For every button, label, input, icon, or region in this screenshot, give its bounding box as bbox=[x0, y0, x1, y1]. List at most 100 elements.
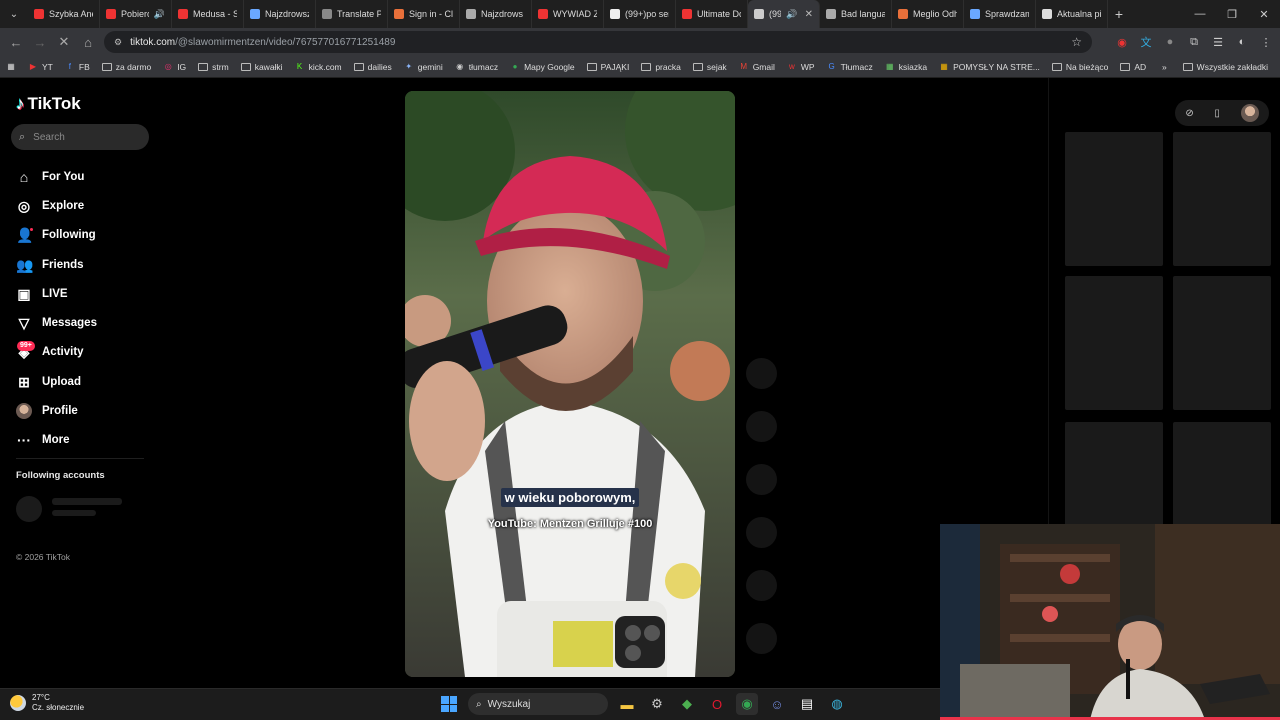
video-thumbnail-placeholder[interactable] bbox=[1065, 132, 1163, 266]
new-tab-button[interactable]: + bbox=[1108, 6, 1130, 22]
start-button[interactable] bbox=[438, 693, 460, 715]
bookmark-item[interactable]: ▦ POMYSŁY NA STRE... bbox=[933, 62, 1046, 72]
weather-widget[interactable]: 27°C Cz. słonecznie bbox=[10, 693, 84, 713]
close-window-icon[interactable]: ✕ bbox=[1248, 8, 1280, 21]
browser-tab[interactable]: Sign in - Clc bbox=[388, 0, 460, 28]
bookmark-item[interactable]: ◉ tłumacz bbox=[449, 62, 504, 72]
browser-tab[interactable]: Ultimate Dc bbox=[676, 0, 748, 28]
bookmark-item[interactable]: sejak bbox=[687, 62, 733, 72]
translate-extension-icon[interactable]: 文 bbox=[1138, 34, 1154, 50]
shield-app-icon[interactable]: ◆ bbox=[676, 693, 698, 715]
action-placeholder[interactable] bbox=[746, 358, 777, 389]
browser-tab[interactable]: (99- 🔊 ✕ bbox=[748, 0, 820, 28]
sidebar-item-activity[interactable]: ◈ 99+ Activity bbox=[16, 338, 156, 367]
browser-tab[interactable]: Translate Po bbox=[316, 0, 388, 28]
home-icon[interactable]: ⌂ bbox=[76, 35, 100, 50]
browser-tab[interactable]: Sprawdzam bbox=[964, 0, 1036, 28]
avatar[interactable] bbox=[1240, 104, 1259, 122]
bookmark-item[interactable]: ▶ YT bbox=[22, 62, 59, 72]
profile-shield-icon[interactable]: ◐ bbox=[1234, 36, 1250, 48]
address-bar[interactable]: ⚙ tiktok.com/@slawomirmentzen/video/7675… bbox=[104, 31, 1092, 53]
sidebar-item-more[interactable]: ··· More bbox=[16, 426, 156, 455]
bookmark-item[interactable]: strm bbox=[192, 62, 235, 72]
browser-tab[interactable]: Meglio Odh bbox=[892, 0, 964, 28]
sidebar-item-profile[interactable]: Profile bbox=[16, 396, 156, 425]
browser-tab[interactable]: Aktualna pi bbox=[1036, 0, 1108, 28]
globe-app-icon[interactable]: ◍ bbox=[826, 693, 848, 715]
browser-tab[interactable]: Pobiero 🔊 bbox=[100, 0, 172, 28]
action-placeholder[interactable] bbox=[746, 623, 777, 654]
bookmark-star-icon[interactable]: ☆ bbox=[1071, 35, 1082, 49]
settings-app-icon[interactable]: ⚙ bbox=[646, 693, 668, 715]
extension-icon[interactable]: ● bbox=[1162, 36, 1178, 48]
bookmark-item[interactable]: ✦ gemini bbox=[398, 62, 449, 72]
coin-icon[interactable]: ⊘ bbox=[1185, 108, 1193, 119]
search-input[interactable]: ⌕ Search bbox=[11, 124, 149, 150]
opera-icon[interactable]: O bbox=[706, 693, 728, 715]
copyright-text: © 2026 TikTok bbox=[16, 552, 70, 562]
file-explorer-icon[interactable]: ▬ bbox=[616, 693, 638, 715]
sidebar-item-friends[interactable]: 👥 Friends bbox=[16, 250, 156, 279]
browser-tab[interactable]: Medusa - S bbox=[172, 0, 244, 28]
bookmark-item[interactable]: M Gmail bbox=[733, 62, 781, 72]
notes-app-icon[interactable]: ▤ bbox=[796, 693, 818, 715]
action-placeholder[interactable] bbox=[746, 411, 777, 442]
tiktok-logo[interactable]: ♪ TikTok bbox=[16, 94, 81, 114]
bookmark-item[interactable]: Na bieżąco bbox=[1046, 62, 1115, 72]
action-placeholder[interactable] bbox=[746, 570, 777, 601]
action-placeholder[interactable] bbox=[746, 517, 777, 548]
minimize-icon[interactable]: — bbox=[1184, 8, 1216, 20]
chrome-icon[interactable]: ◉ bbox=[736, 693, 758, 715]
sidebar-item-following[interactable]: 👤 Following bbox=[16, 221, 156, 250]
bookmark-item[interactable]: G Tłumacz bbox=[821, 62, 879, 72]
video-player[interactable]: w wieku poborowym, YouTube: Mentzen Gril… bbox=[405, 91, 735, 677]
audio-playing-icon[interactable]: 🔊 bbox=[786, 9, 797, 20]
bookmark-item[interactable]: kawałki bbox=[235, 62, 289, 72]
sidebar-item-for-you[interactable]: ⌂ For You bbox=[16, 162, 156, 191]
audio-playing-icon[interactable]: 🔊 bbox=[154, 9, 165, 20]
video-thumbnail-placeholder[interactable] bbox=[1065, 276, 1163, 410]
video-thumbnail-placeholder[interactable] bbox=[1173, 132, 1271, 266]
restore-icon[interactable]: ❐ bbox=[1216, 8, 1248, 21]
bookmark-item[interactable]: w WP bbox=[781, 62, 821, 72]
close-tab-icon[interactable]: ✕ bbox=[805, 9, 813, 20]
browser-tab[interactable]: Bad langua bbox=[820, 0, 892, 28]
taskbar-search[interactable]: ⌕ Wyszukaj bbox=[468, 693, 608, 715]
browser-tab[interactable]: (99+)po ser bbox=[604, 0, 676, 28]
bookmark-item[interactable]: AD bbox=[1114, 62, 1152, 72]
record-extension-icon[interactable]: ◉ bbox=[1114, 36, 1130, 49]
bookmark-item[interactable]: Kkick.com bbox=[289, 62, 348, 72]
browser-tab[interactable]: Najzdrows bbox=[460, 0, 532, 28]
bookmark-item[interactable]: ◎ IG bbox=[157, 62, 192, 72]
bookmark-item[interactable]: ▦ ksiazka bbox=[879, 62, 933, 72]
reload-stop-icon[interactable]: ✕ bbox=[52, 34, 76, 50]
bookmark-item[interactable]: za darmo bbox=[96, 62, 157, 72]
forward-icon[interactable]: → bbox=[28, 35, 52, 50]
browser-tab[interactable]: Szybka Ane bbox=[28, 0, 100, 28]
bookmark-item[interactable]: pracka bbox=[635, 62, 687, 72]
bookmark-item[interactable]: PAJĄKI bbox=[581, 62, 636, 72]
sidebar-item-upload[interactable]: ⊞ Upload bbox=[16, 367, 156, 396]
sidebar-item-live[interactable]: ▣ LIVE bbox=[16, 279, 156, 308]
browser-tab[interactable]: WYWIAD Z bbox=[532, 0, 604, 28]
video-thumbnail-placeholder[interactable] bbox=[1173, 276, 1271, 410]
tab-search-chevron-icon[interactable]: ⌄ bbox=[0, 9, 28, 20]
site-info-icon[interactable]: ⚙ bbox=[114, 37, 122, 48]
bookmark-item[interactable]: ● Mapy Google bbox=[504, 62, 581, 72]
webcam-overlay bbox=[940, 524, 1280, 720]
action-placeholder[interactable] bbox=[746, 464, 777, 495]
bookmark-item[interactable]: dailies bbox=[348, 62, 398, 72]
bookmarks-overflow-icon[interactable]: » bbox=[1162, 62, 1167, 72]
back-icon[interactable]: ← bbox=[4, 35, 28, 50]
media-control-icon[interactable]: ☰ bbox=[1210, 36, 1226, 49]
bookmark-item[interactable]: f FB bbox=[59, 62, 96, 72]
discord-icon[interactable]: ☺ bbox=[766, 693, 788, 715]
sidebar-item-explore[interactable]: ◎ Explore bbox=[16, 191, 156, 220]
apps-grid-icon[interactable]: ▦ bbox=[0, 62, 22, 71]
all-bookmarks-folder[interactable]: Wszystkie zakładki bbox=[1177, 62, 1274, 72]
browser-menu-icon[interactable]: ⋮ bbox=[1258, 36, 1274, 49]
browser-tab[interactable]: Najzdrowsz bbox=[244, 0, 316, 28]
device-icon[interactable]: ▯ bbox=[1214, 108, 1220, 119]
sidebar-item-messages[interactable]: ▽ Messages bbox=[16, 308, 156, 337]
extensions-puzzle-icon[interactable]: ⧉ bbox=[1186, 36, 1202, 49]
